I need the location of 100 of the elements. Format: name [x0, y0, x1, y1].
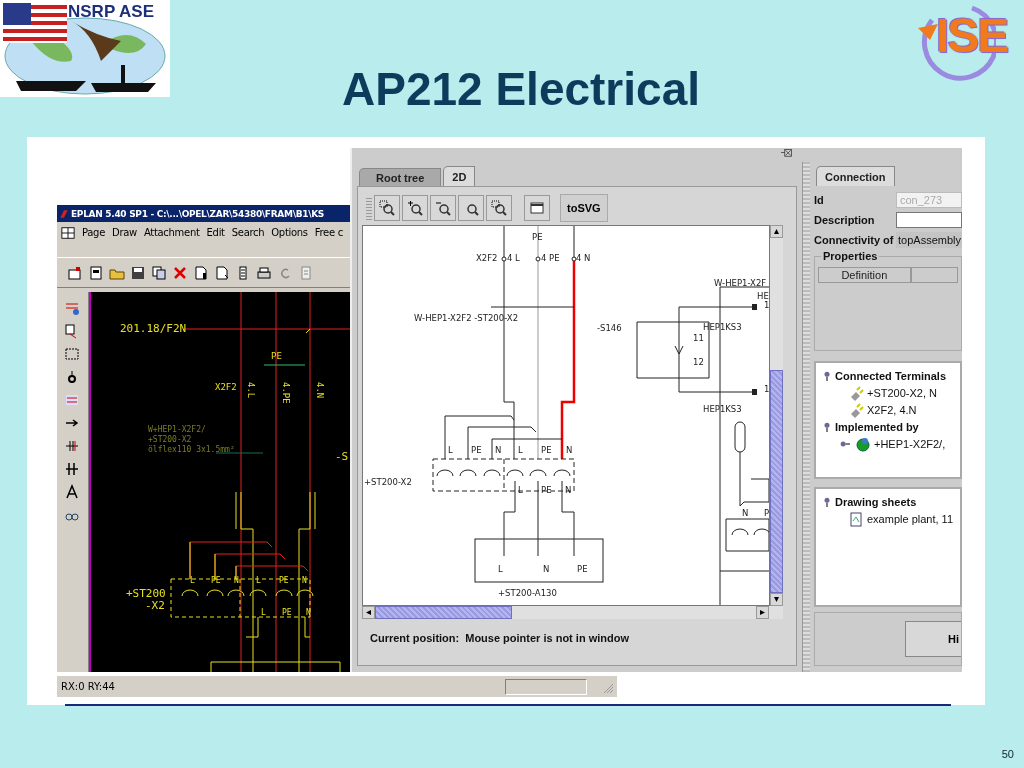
schematic-label: N [301, 576, 307, 585]
toolbar-button[interactable] [402, 195, 428, 221]
tab[interactable]: 2D [443, 166, 476, 186]
print-icon[interactable] [256, 264, 272, 281]
tree-item[interactable]: +ST200-X2, N [867, 386, 937, 399]
tree-item[interactable]: X2F2, 4.N [867, 403, 917, 416]
tree-item[interactable]: +HEP1-X2F2/, [874, 437, 946, 450]
horizontal-scrollbar[interactable] [362, 606, 783, 619]
scroll-down-icon[interactable] [773, 597, 780, 602]
scroll-right-icon[interactable] [760, 609, 765, 616]
schematic-label: 4.N [314, 382, 325, 399]
field-label: Description [814, 214, 876, 226]
page-number: 50 [1001, 748, 1014, 760]
window-icon[interactable] [529, 200, 545, 216]
scroll-left-icon[interactable] [366, 609, 371, 616]
schematic-label: X2F2 [214, 382, 237, 392]
grid-icon[interactable] [61, 225, 75, 240]
schematic-label: PE [278, 576, 289, 585]
button[interactable]: Hi [905, 621, 961, 657]
diagram-label: N [566, 445, 573, 455]
diagram-label: L [518, 485, 523, 495]
document-icon [848, 510, 864, 527]
menu-item[interactable]: Page [82, 227, 105, 239]
diagram-label: 4 N [576, 253, 591, 263]
tab[interactable]: Root tree [359, 168, 442, 186]
diagram-label: PE [541, 445, 552, 455]
diagram-label: W-HEP1-X2F2 -ST200-X2 [414, 313, 519, 323]
field-label: Id [814, 194, 825, 206]
slide-title: AP212 Electrical [341, 62, 701, 116]
cable-icon[interactable] [64, 461, 81, 477]
tree-item[interactable]: Connected Terminals [835, 369, 947, 382]
menu-item[interactable]: Options [271, 227, 308, 239]
text-icon[interactable] [64, 484, 81, 500]
tab[interactable]: Connection [816, 166, 895, 186]
toolbar-button[interactable] [524, 195, 550, 221]
diagram-label: L [518, 445, 523, 455]
diagram-label: L [498, 564, 503, 574]
diagram-label: 1 [764, 300, 770, 310]
diagram-label: 4 PE [541, 253, 560, 263]
diagram-label: HEP1KS3 [703, 404, 742, 414]
page-icon[interactable] [214, 264, 230, 281]
diagram-label: L [448, 445, 453, 455]
status-text: RX:0 RY:44 [61, 681, 115, 692]
zoom-area-icon[interactable] [379, 200, 395, 216]
zoom-fit-icon[interactable] [491, 200, 507, 216]
logo-text: ISE [936, 8, 1008, 63]
menu-item[interactable]: Edit [206, 227, 225, 239]
logo-text: NSRP ASE [68, 2, 154, 22]
schematic-label: -S [334, 450, 349, 463]
schematic-label: PE [210, 576, 221, 585]
menu-item[interactable]: Attachment [143, 227, 200, 239]
toolbar-button[interactable] [430, 195, 456, 221]
schematic-label: N [233, 576, 239, 585]
delete-icon[interactable] [172, 264, 188, 281]
properties-icon[interactable] [67, 264, 83, 281]
zoom-out-icon[interactable] [435, 200, 451, 216]
plc-icon[interactable] [64, 392, 81, 408]
status-text: Current position: [370, 632, 460, 644]
diagram-label: PE [532, 232, 543, 242]
vertical-scrollbar[interactable] [770, 225, 783, 606]
dock-icon[interactable] [780, 148, 794, 160]
menu-item[interactable]: Free c [314, 227, 343, 239]
schematic-label: +ST200 [125, 587, 166, 600]
scroll-up-icon[interactable] [773, 229, 780, 234]
export-button[interactable]: toSVG [560, 194, 608, 222]
schematic-label: PE [270, 351, 282, 361]
toolbar-button[interactable] [486, 195, 512, 221]
tree-item[interactable]: Implemented by [835, 420, 919, 433]
input-field[interactable] [896, 212, 962, 228]
copy-icon[interactable] [151, 264, 167, 281]
diagram-label: PE [471, 445, 482, 455]
save-icon[interactable] [130, 264, 146, 281]
diagram-label: N [565, 485, 572, 495]
schematic-label: 4.L [245, 382, 256, 399]
frame-icon[interactable] [64, 346, 81, 362]
diagram-label: 1 [764, 384, 770, 394]
field-label: Connectivity of [814, 234, 892, 246]
menu-item[interactable]: Draw [112, 227, 137, 239]
toolbar-button[interactable] [374, 195, 400, 221]
schematic-label: L [189, 576, 195, 585]
zoom-in-icon[interactable] [407, 200, 423, 216]
tree-item[interactable]: example plant, 11 [867, 512, 954, 525]
column-header[interactable]: Definition [818, 267, 911, 283]
schematic-label: W+HEP1-X2F2/ [147, 425, 206, 434]
diagram-label: N [742, 508, 749, 518]
diagram-label: X2F2 [476, 253, 498, 263]
schematic-label: N [305, 608, 311, 617]
wiring-icon[interactable] [64, 300, 81, 316]
schematic-label: L [260, 608, 266, 617]
app-icon [59, 207, 69, 220]
new-page-icon[interactable] [88, 264, 104, 281]
page-icon[interactable] [193, 264, 209, 281]
diagram-label: +ST200-X2 [364, 477, 412, 487]
diagram-label: P [764, 508, 770, 518]
contact-icon[interactable] [64, 438, 81, 454]
tree-item[interactable]: Drawing sheets [835, 495, 917, 508]
menu-item[interactable]: Search [231, 227, 265, 239]
diagram-label: N [543, 564, 550, 574]
toolbar-button[interactable] [458, 195, 484, 221]
diagram-label: 12 [693, 357, 704, 367]
